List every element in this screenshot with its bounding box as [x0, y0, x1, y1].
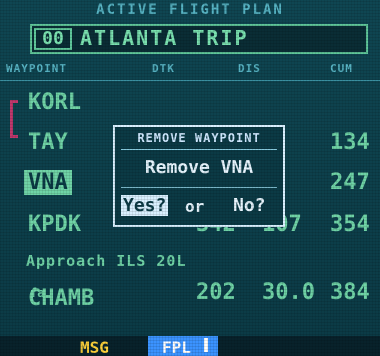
fpl-page-indicator[interactable]: FPL: [148, 336, 218, 356]
dialog-divider: [121, 149, 277, 150]
approach-label[interactable]: Approach ILS 20L: [26, 252, 187, 270]
table-row[interactable]: CHAMB fa 202 30.0 384: [0, 274, 380, 312]
page-title: ACTIVE FLIGHT PLAN: [96, 2, 284, 18]
cum-value: 134: [330, 130, 370, 155]
flight-plan-number: 00: [34, 28, 72, 50]
dialog-message: Remove VNA: [144, 157, 254, 178]
msg-annunciator[interactable]: MSG: [80, 338, 109, 356]
header-dtk: DTK: [152, 62, 175, 75]
header-cum: CUM: [330, 62, 353, 75]
dialog-or-label: or: [185, 197, 205, 216]
header-dis: DIS: [238, 62, 261, 75]
waypoint-suffix: fa: [30, 286, 45, 300]
header-separator: [0, 80, 380, 81]
waypoint-name: KPDK: [28, 212, 81, 237]
remove-waypoint-dialog: REMOVE WAYPOINT Remove VNA Yes? or No?: [113, 125, 285, 227]
status-bar: MSG FPL: [0, 336, 380, 356]
table-row[interactable]: KORL: [0, 84, 380, 122]
waypoint-name: KORL: [28, 90, 81, 115]
dialog-divider: [121, 187, 277, 188]
cum-value: 247: [330, 170, 370, 195]
cum-value: 354: [330, 212, 370, 237]
dtk-value: 202: [196, 280, 236, 305]
flight-plan-name: ATLANTA TRIP: [80, 26, 249, 50]
header-waypoint: WAYPOINT: [6, 62, 67, 75]
cum-value: 384: [330, 280, 370, 305]
no-button[interactable]: No?: [233, 195, 266, 216]
fpl-label: FPL: [162, 338, 191, 356]
column-headers: WAYPOINT DTK DIS CUM: [0, 62, 380, 78]
gps-screen: ACTIVE FLIGHT PLAN 00 ATLANTA TRIP WAYPO…: [0, 0, 380, 356]
waypoint-name-selected: VNA: [24, 170, 72, 195]
dis-value: 30.0: [262, 280, 315, 305]
yes-button[interactable]: Yes?: [121, 195, 169, 216]
dialog-title: REMOVE WAYPOINT: [137, 131, 261, 145]
waypoint-name: TAY: [28, 130, 68, 155]
page-position-icon: [204, 338, 208, 352]
